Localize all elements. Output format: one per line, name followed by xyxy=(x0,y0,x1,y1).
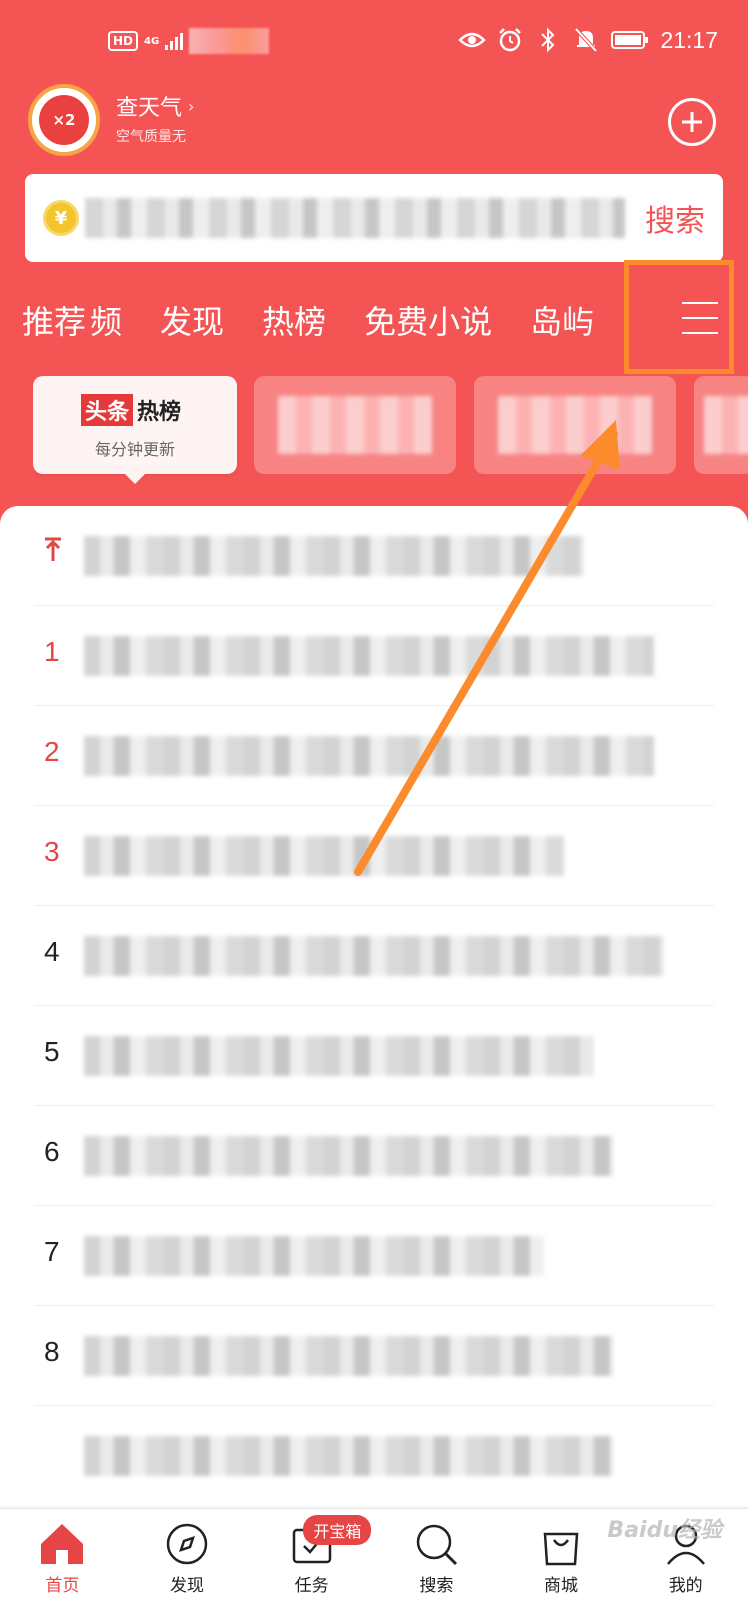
tab-hot[interactable]: 热榜 xyxy=(262,297,326,343)
rank-number: 7 xyxy=(44,1236,60,1267)
rank-number: 8 xyxy=(44,1336,60,1367)
list-item[interactable]: 7 xyxy=(34,1206,714,1306)
blurred-headline xyxy=(84,836,564,876)
blurred-headline xyxy=(84,536,584,576)
eye-icon xyxy=(458,26,487,54)
nav-label: 搜索 xyxy=(419,1576,454,1596)
blurred-headline xyxy=(84,936,664,976)
network-type: 4G xyxy=(144,35,160,47)
logo-hot: 热榜 xyxy=(137,400,182,425)
rank-number: 5 xyxy=(44,1036,60,1067)
list-item[interactable]: 2 xyxy=(34,706,714,806)
tab-discover[interactable]: 发现 xyxy=(160,297,224,343)
shield-badge-icon: ×2 xyxy=(39,95,89,145)
plus-icon xyxy=(682,112,702,132)
nav-label: 我的 xyxy=(668,1576,703,1596)
nav-discover[interactable]: 发现 xyxy=(125,1509,250,1600)
blurred-headline xyxy=(84,1136,614,1176)
rank-number: 6 xyxy=(44,1136,60,1167)
add-button[interactable] xyxy=(668,98,716,146)
channel-tabs: 推荐 频 发现 热榜 免费小说 岛屿 xyxy=(22,290,594,350)
hd-badge: HD xyxy=(108,31,139,51)
blurred-headline xyxy=(84,1036,594,1076)
chevron-right-icon: › xyxy=(188,96,195,116)
blurred-carrier xyxy=(189,28,270,54)
nav-mall[interactable]: 商城 xyxy=(499,1509,624,1600)
nav-task[interactable]: 任务 开宝箱 xyxy=(249,1509,374,1600)
nav-home[interactable]: 首页 xyxy=(0,1509,125,1600)
treasure-chest-badge: 开宝箱 xyxy=(303,1515,372,1545)
tab-novel[interactable]: 免费小说 xyxy=(364,297,492,343)
pin-icon xyxy=(44,536,62,569)
alarm-icon xyxy=(496,26,524,54)
status-left: HD 4G xyxy=(108,28,270,54)
tab-recommend[interactable]: 推荐 xyxy=(22,297,86,343)
status-bar: HD 4G 21:17 xyxy=(0,0,748,80)
shopping-bag-icon xyxy=(536,1519,586,1569)
rank-number: 2 xyxy=(44,736,60,767)
search-button[interactable]: 搜索 xyxy=(645,196,705,240)
blurred-category xyxy=(278,396,432,454)
category-card-blurred[interactable] xyxy=(694,376,748,474)
toutiao-hot-logo: 头条 热榜 xyxy=(81,394,181,426)
logo-toutiao: 头条 xyxy=(81,394,134,426)
tab-video[interactable]: 频 xyxy=(90,297,122,343)
coin-icon: ¥ xyxy=(43,200,79,236)
rank-number: 1 xyxy=(44,636,60,667)
category-card-blurred[interactable] xyxy=(254,376,456,474)
compass-icon xyxy=(162,1519,212,1569)
nav-search[interactable]: 搜索 xyxy=(374,1509,499,1600)
blurred-headline xyxy=(84,1436,614,1476)
weather-title: 查天气 xyxy=(116,96,183,121)
blurred-headline xyxy=(84,1236,544,1276)
rank-number: 3 xyxy=(44,836,60,867)
clock-time: 21:17 xyxy=(660,26,718,53)
blurred-category xyxy=(498,396,652,454)
hot-list-panel: 1 2 3 4 5 6 7 8 xyxy=(0,506,748,1506)
mute-bell-icon xyxy=(572,26,600,54)
blurred-headline xyxy=(84,736,654,776)
list-item[interactable]: 3 xyxy=(34,806,714,906)
signal-icon xyxy=(165,32,184,50)
category-card-blurred[interactable] xyxy=(474,376,676,474)
list-item[interactable] xyxy=(34,1406,714,1506)
list-item[interactable]: 1 xyxy=(34,606,714,706)
tab-island[interactable]: 岛屿 xyxy=(530,297,594,343)
list-item[interactable] xyxy=(34,506,714,606)
search-bar[interactable]: ¥ 搜索 xyxy=(25,174,723,262)
list-item[interactable]: 4 xyxy=(34,906,714,1006)
category-toutiao-hot[interactable]: 头条 热榜 每分钟更新 xyxy=(33,376,237,484)
category-subtitle: 每分钟更新 xyxy=(94,440,175,459)
list-item[interactable]: 8 xyxy=(34,1306,714,1406)
annotation-highlight-box xyxy=(624,260,734,374)
bluetooth-icon xyxy=(534,26,562,54)
home-icon xyxy=(37,1519,87,1569)
blurred-search-hint xyxy=(85,198,625,238)
nav-label: 商城 xyxy=(544,1576,579,1596)
weather-link[interactable]: 查天气 › xyxy=(116,90,194,122)
nav-label: 任务 xyxy=(294,1576,329,1596)
list-item[interactable]: 6 xyxy=(34,1106,714,1206)
nav-label: 首页 xyxy=(45,1576,80,1596)
avatar-badge-text: ×2 xyxy=(52,111,76,129)
blurred-headline xyxy=(84,636,654,676)
rank-number: 4 xyxy=(44,936,60,967)
search-icon xyxy=(411,1519,461,1569)
watermark: Baidu经验 xyxy=(607,1518,722,1543)
battery-icon xyxy=(610,26,650,54)
status-right: 21:17 xyxy=(458,26,718,54)
blurred-category xyxy=(704,396,748,454)
blurred-headline xyxy=(84,1336,614,1376)
list-item[interactable]: 5 xyxy=(34,1006,714,1106)
nav-label: 发现 xyxy=(170,1576,204,1596)
air-quality-text: 空气质量无 xyxy=(116,129,186,145)
avatar[interactable]: ×2 xyxy=(28,84,100,156)
